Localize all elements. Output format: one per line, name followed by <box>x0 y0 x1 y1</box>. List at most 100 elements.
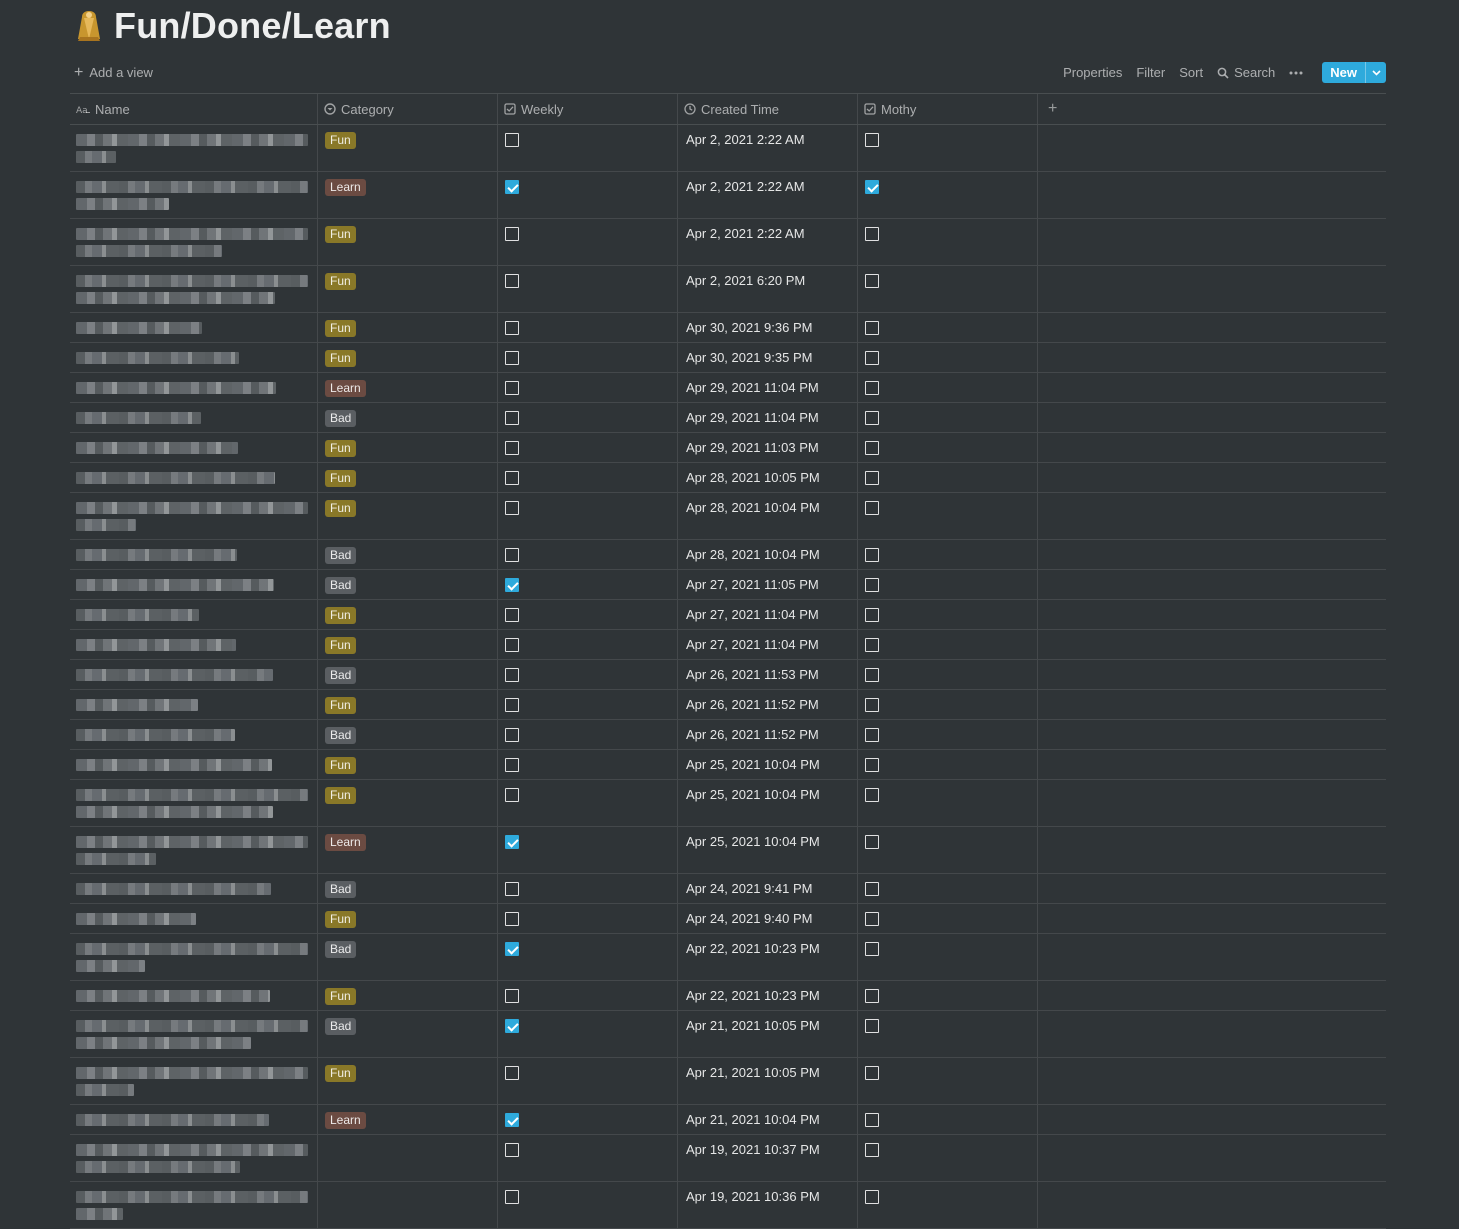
new-button[interactable]: New <box>1322 62 1365 83</box>
category-cell[interactable]: Learn <box>318 827 498 873</box>
category-cell[interactable]: Bad <box>318 874 498 903</box>
table-row[interactable]: Fun Apr 27, 2021 11:04 PM <box>70 600 1386 630</box>
table-row[interactable]: Bad Apr 26, 2021 11:53 PM <box>70 660 1386 690</box>
table-row[interactable]: Fun Apr 29, 2021 11:03 PM <box>70 433 1386 463</box>
weekly-checkbox[interactable] <box>505 942 519 956</box>
column-header-name[interactable]: Aa Name <box>70 94 318 124</box>
weekly-checkbox[interactable] <box>505 441 519 455</box>
mothy-checkbox[interactable] <box>865 578 879 592</box>
weekly-checkbox[interactable] <box>505 758 519 772</box>
new-dropdown-button[interactable] <box>1365 62 1386 83</box>
add-property-button[interactable]: + <box>1038 94 1386 124</box>
name-cell[interactable] <box>70 1011 318 1057</box>
mothy-checkbox[interactable] <box>865 133 879 147</box>
weekly-checkbox[interactable] <box>505 321 519 335</box>
table-row[interactable]: Fun Apr 2, 2021 2:22 AM <box>70 125 1386 172</box>
category-cell[interactable]: Fun <box>318 750 498 779</box>
category-cell[interactable]: Fun <box>318 343 498 372</box>
table-row[interactable]: Fun Apr 30, 2021 9:36 PM <box>70 313 1386 343</box>
weekly-checkbox[interactable] <box>505 1190 519 1204</box>
name-cell[interactable] <box>70 904 318 933</box>
table-row[interactable]: Fun Apr 27, 2021 11:04 PM <box>70 630 1386 660</box>
name-cell[interactable] <box>70 493 318 539</box>
table-row[interactable]: Learn Apr 25, 2021 10:04 PM <box>70 827 1386 874</box>
mothy-checkbox[interactable] <box>865 835 879 849</box>
mothy-checkbox[interactable] <box>865 501 879 515</box>
mothy-checkbox[interactable] <box>865 180 879 194</box>
category-cell[interactable]: Bad <box>318 660 498 689</box>
category-cell[interactable]: Learn <box>318 172 498 218</box>
category-cell[interactable]: Fun <box>318 630 498 659</box>
mothy-checkbox[interactable] <box>865 321 879 335</box>
name-cell[interactable] <box>70 690 318 719</box>
weekly-checkbox[interactable] <box>505 411 519 425</box>
name-cell[interactable] <box>70 1058 318 1104</box>
mothy-checkbox[interactable] <box>865 1066 879 1080</box>
table-row[interactable]: Fun Apr 22, 2021 10:23 PM <box>70 981 1386 1011</box>
weekly-checkbox[interactable] <box>505 548 519 562</box>
category-cell[interactable]: Bad <box>318 1011 498 1057</box>
table-row[interactable]: Learn Apr 2, 2021 2:22 AM <box>70 172 1386 219</box>
table-row[interactable]: Fun Apr 30, 2021 9:35 PM <box>70 343 1386 373</box>
category-cell[interactable]: Fun <box>318 981 498 1010</box>
name-cell[interactable] <box>70 570 318 599</box>
weekly-checkbox[interactable] <box>505 471 519 485</box>
mothy-checkbox[interactable] <box>865 1113 879 1127</box>
mothy-checkbox[interactable] <box>865 942 879 956</box>
weekly-checkbox[interactable] <box>505 1066 519 1080</box>
mothy-checkbox[interactable] <box>865 548 879 562</box>
weekly-checkbox[interactable] <box>505 501 519 515</box>
name-cell[interactable] <box>70 1182 318 1228</box>
mothy-checkbox[interactable] <box>865 698 879 712</box>
weekly-checkbox[interactable] <box>505 788 519 802</box>
name-cell[interactable] <box>70 403 318 432</box>
more-options-button[interactable] <box>1289 71 1308 75</box>
category-cell[interactable]: Fun <box>318 600 498 629</box>
category-cell[interactable]: Fun <box>318 493 498 539</box>
mothy-checkbox[interactable] <box>865 638 879 652</box>
category-cell[interactable]: Fun <box>318 690 498 719</box>
name-cell[interactable] <box>70 780 318 826</box>
add-view-button[interactable]: + Add a view <box>74 64 153 80</box>
category-cell[interactable]: Fun <box>318 1058 498 1104</box>
weekly-checkbox[interactable] <box>505 835 519 849</box>
sort-button[interactable]: Sort <box>1179 65 1203 80</box>
table-row[interactable]: Bad Apr 27, 2021 11:05 PM <box>70 570 1386 600</box>
table-row[interactable]: Fun Apr 24, 2021 9:40 PM <box>70 904 1386 934</box>
weekly-checkbox[interactable] <box>505 608 519 622</box>
properties-button[interactable]: Properties <box>1063 65 1122 80</box>
table-row[interactable]: Bad Apr 24, 2021 9:41 PM <box>70 874 1386 904</box>
column-header-weekly[interactable]: Weekly <box>498 94 678 124</box>
weekly-checkbox[interactable] <box>505 728 519 742</box>
name-cell[interactable] <box>70 720 318 749</box>
mothy-checkbox[interactable] <box>865 882 879 896</box>
mothy-checkbox[interactable] <box>865 912 879 926</box>
name-cell[interactable] <box>70 172 318 218</box>
weekly-checkbox[interactable] <box>505 668 519 682</box>
name-cell[interactable] <box>70 750 318 779</box>
table-row[interactable]: Apr 19, 2021 10:37 PM <box>70 1135 1386 1182</box>
table-row[interactable]: Fun Apr 2, 2021 6:20 PM <box>70 266 1386 313</box>
weekly-checkbox[interactable] <box>505 882 519 896</box>
name-cell[interactable] <box>70 463 318 492</box>
category-cell[interactable] <box>318 1182 498 1228</box>
table-row[interactable]: Fun Apr 26, 2021 11:52 PM <box>70 690 1386 720</box>
mothy-checkbox[interactable] <box>865 788 879 802</box>
category-cell[interactable]: Fun <box>318 313 498 342</box>
name-cell[interactable] <box>70 540 318 569</box>
name-cell[interactable] <box>70 1105 318 1134</box>
table-row[interactable]: Learn Apr 29, 2021 11:04 PM <box>70 373 1386 403</box>
category-cell[interactable]: Fun <box>318 780 498 826</box>
weekly-checkbox[interactable] <box>505 912 519 926</box>
table-row[interactable]: Bad Apr 21, 2021 10:05 PM <box>70 1011 1386 1058</box>
table-row[interactable]: Bad Apr 22, 2021 10:23 PM <box>70 934 1386 981</box>
mothy-checkbox[interactable] <box>865 471 879 485</box>
mothy-checkbox[interactable] <box>865 1190 879 1204</box>
cloak-emoji-icon[interactable] <box>74 9 104 43</box>
name-cell[interactable] <box>70 874 318 903</box>
category-cell[interactable]: Learn <box>318 373 498 402</box>
category-cell[interactable]: Bad <box>318 934 498 980</box>
weekly-checkbox[interactable] <box>505 274 519 288</box>
name-cell[interactable] <box>70 373 318 402</box>
weekly-checkbox[interactable] <box>505 133 519 147</box>
